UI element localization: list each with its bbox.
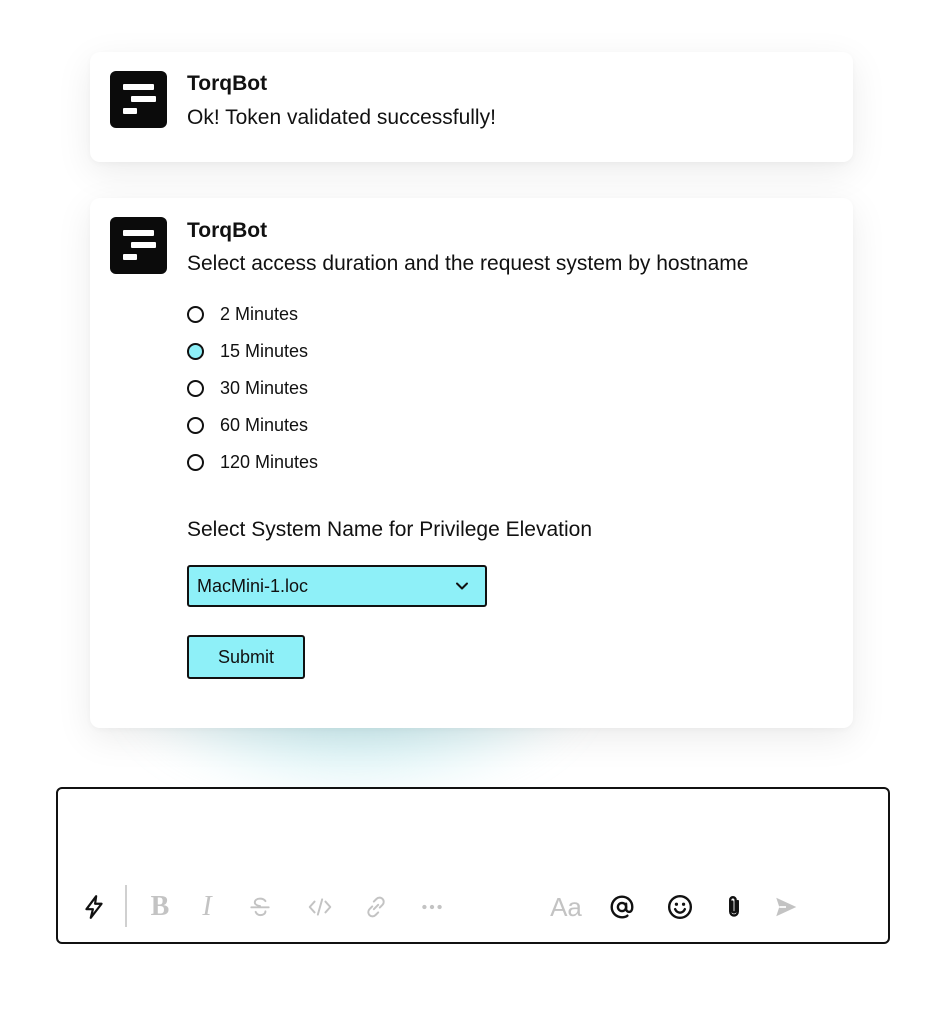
radio-button[interactable] <box>187 417 204 434</box>
radio-label: 2 Minutes <box>220 304 299 324</box>
bot-avatar <box>110 71 167 128</box>
code-icon[interactable] <box>304 889 336 925</box>
radio-button-selected[interactable] <box>187 343 204 360</box>
toolbar-divider <box>125 885 127 927</box>
radio-label: 30 Minutes <box>220 378 309 398</box>
system-select-label: Select System Name for Privilege Elevati… <box>187 518 592 541</box>
attachment-icon[interactable] <box>718 889 750 925</box>
lightning-icon[interactable] <box>78 889 110 925</box>
radio-button[interactable] <box>187 454 204 471</box>
radio-option-2-minutes[interactable]: 2 Minutes <box>187 296 318 333</box>
radio-label: 120 Minutes <box>220 452 319 472</box>
message-composer[interactable]: B I Aa <box>56 787 890 944</box>
radio-option-60-minutes[interactable]: 60 Minutes <box>187 407 318 444</box>
chevron-down-icon <box>456 582 468 590</box>
bot-form-card: TorqBot Select access duration and the r… <box>90 198 853 728</box>
radio-button[interactable] <box>187 380 204 397</box>
radio-button[interactable] <box>187 306 204 323</box>
radio-option-120-minutes[interactable]: 120 Minutes <box>187 444 318 481</box>
system-name-select[interactable]: MacMini-1.loc <box>187 565 487 607</box>
select-value: MacMini-1.loc <box>197 575 309 596</box>
emoji-icon[interactable] <box>664 889 696 925</box>
send-icon[interactable] <box>770 889 802 925</box>
strikethrough-icon[interactable] <box>244 889 276 925</box>
sender-name: TorqBot <box>187 219 268 242</box>
bot-message-card: TorqBot Ok! Token validated successfully… <box>90 52 853 162</box>
message-text: Select access duration and the request s… <box>187 252 749 275</box>
radio-option-15-minutes[interactable]: 15 Minutes <box>187 333 318 370</box>
sender-name: TorqBot <box>187 72 268 95</box>
link-icon[interactable] <box>360 889 392 925</box>
radio-label: 60 Minutes <box>220 415 309 435</box>
more-icon[interactable] <box>416 889 448 925</box>
bot-avatar <box>110 217 167 274</box>
radio-option-30-minutes[interactable]: 30 Minutes <box>187 370 318 407</box>
message-text: Ok! Token validated successfully! <box>187 106 496 129</box>
text-format-icon[interactable]: Aa <box>546 889 586 925</box>
submit-button[interactable]: Submit <box>187 635 305 679</box>
bold-icon[interactable]: B <box>144 889 176 925</box>
radio-label: 15 Minutes <box>220 341 309 361</box>
duration-radio-group: 2 Minutes 15 Minutes 30 Minutes 60 Minut… <box>187 296 318 481</box>
mention-icon[interactable] <box>606 889 638 925</box>
italic-icon[interactable]: I <box>191 889 223 925</box>
